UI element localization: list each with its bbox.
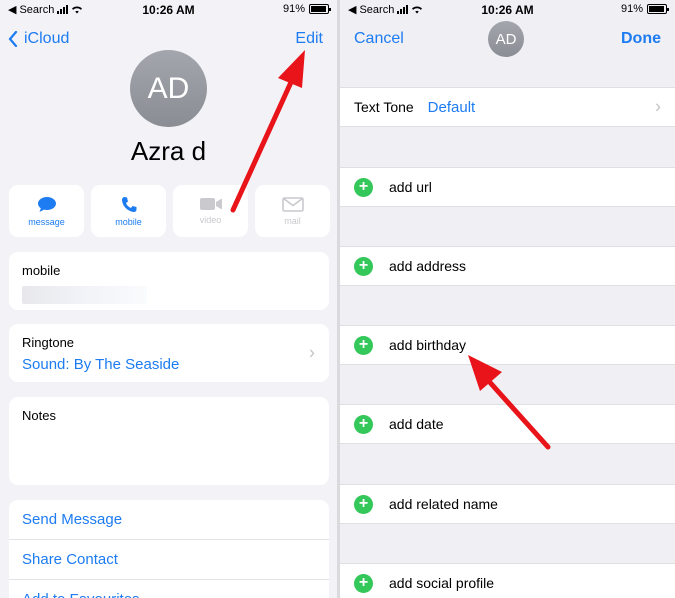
send-message-link[interactable]: Send Message (9, 500, 329, 540)
add-plus-icon[interactable]: + (354, 177, 373, 197)
add-address-row[interactable]: + add address (340, 246, 675, 286)
action-label: mail (284, 215, 301, 226)
add-date-row[interactable]: + add date (340, 404, 675, 444)
share-contact-link[interactable]: Share Contact (9, 540, 329, 580)
add-related-name-row[interactable]: + add related name (340, 484, 675, 524)
add-social-profile-label: add social profile (389, 575, 495, 591)
add-date-label: add date (389, 416, 444, 432)
envelope-icon (281, 196, 304, 212)
contact-name: Azra d (130, 136, 207, 166)
text-tone-label: Text Tone (354, 99, 414, 115)
ringtone-label: Ringtone (22, 335, 75, 350)
contact-actions-list: Send Message Share Contact Add to Favour… (9, 500, 329, 598)
ringtone-card[interactable]: Ringtone Sound: By The Seaside › (9, 324, 329, 382)
video-action-button[interactable]: video (173, 185, 248, 237)
avatar[interactable]: AD (488, 21, 524, 57)
add-url-label: add url (389, 179, 432, 195)
add-address-label: add address (389, 258, 467, 274)
video-camera-icon (199, 198, 222, 210)
notes-label: Notes (22, 408, 56, 423)
action-label: mobile (115, 216, 142, 227)
ringtone-value: Sound: By The Seaside (22, 356, 180, 373)
add-plus-icon[interactable]: + (354, 335, 373, 355)
action-label: message (28, 216, 65, 227)
back-button[interactable]: iCloud (8, 30, 69, 48)
action-label: video (199, 215, 222, 225)
text-tone-value: Default (427, 98, 476, 116)
add-birthday-label: add birthday (389, 337, 467, 353)
add-social-profile-row[interactable]: + add social profile (340, 563, 675, 598)
add-related-name-label: add related name (389, 496, 498, 512)
add-url-row[interactable]: + add url (340, 167, 675, 207)
add-plus-icon[interactable]: + (354, 256, 373, 276)
mail-action-button[interactable]: mail (255, 185, 330, 237)
add-to-favourites-link[interactable]: Add to Favourites (9, 580, 329, 598)
status-bar: ◀ Search 10:26 AM 91% (0, 0, 337, 20)
phone-number-card[interactable]: mobile (9, 252, 329, 310)
phone-field-label: mobile (22, 263, 61, 278)
status-bar: ◀ Search 10:26 AM 91% (340, 0, 675, 20)
battery-icon (309, 4, 331, 14)
chevron-right-icon: › (309, 342, 315, 363)
edit-contact-screen: ◀ Search 10:26 AM 91% Cancel AD Done Tex… (340, 0, 675, 598)
avatar: AD (130, 50, 207, 127)
battery-percent: 91% (620, 3, 643, 15)
notes-card[interactable]: Notes (9, 397, 329, 485)
edit-button[interactable]: Edit (295, 30, 323, 48)
add-birthday-row[interactable]: + add birthday (340, 325, 675, 365)
battery-percent: 91% (282, 3, 305, 15)
text-tone-row[interactable]: Text Tone Default › (340, 87, 675, 127)
add-plus-icon[interactable]: + (354, 494, 373, 514)
cancel-button[interactable]: Cancel (354, 30, 404, 48)
back-label: iCloud (24, 30, 70, 47)
contact-view-screen: ◀ Search 10:26 AM 91% iCloud Edit AD Azr… (0, 0, 337, 598)
chevron-left-icon (8, 31, 18, 47)
call-action-button[interactable]: mobile (91, 185, 166, 237)
redacted-phone-number (22, 286, 147, 304)
add-plus-icon[interactable]: + (354, 573, 373, 593)
battery-icon (647, 4, 669, 14)
message-bubble-icon (37, 196, 56, 212)
done-button[interactable]: Done (621, 30, 661, 48)
phone-icon (121, 196, 136, 212)
message-action-button[interactable]: message (9, 185, 84, 237)
chevron-right-icon: › (655, 96, 661, 117)
quick-actions: message mobile video mail (9, 185, 330, 237)
add-plus-icon[interactable]: + (354, 414, 373, 434)
